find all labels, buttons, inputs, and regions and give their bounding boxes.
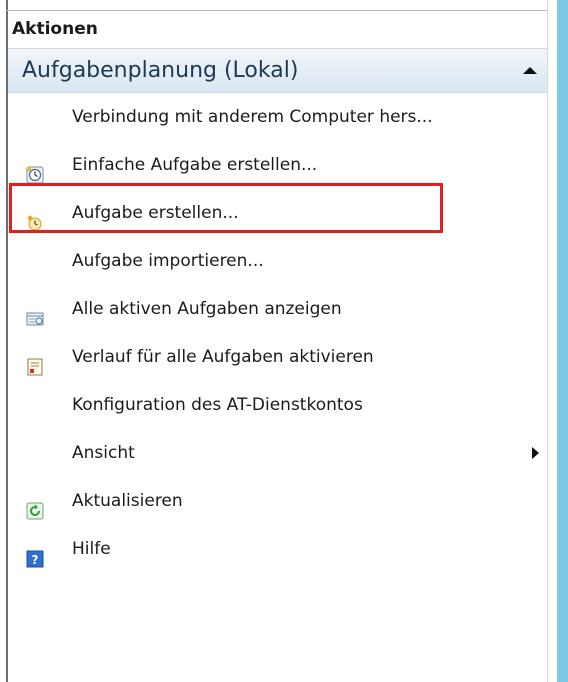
action-label: Ansicht [72, 443, 135, 463]
refresh-icon [26, 491, 44, 520]
action-create-task[interactable]: Aufgabe erstellen... [8, 189, 547, 237]
action-label: Verlauf für alle Aufgaben aktivieren [72, 347, 374, 367]
triangle-up-icon[interactable] [523, 67, 537, 74]
section-task-scheduler-local[interactable]: Aufgabenplanung (Lokal) [8, 49, 547, 93]
actions-list: Verbindung mit anderem Computer hers... … [8, 93, 547, 573]
action-view-submenu[interactable]: Ansicht [8, 429, 547, 477]
action-import-task[interactable]: Aufgabe importieren... [8, 237, 547, 285]
action-help[interactable]: ? Hilfe [8, 525, 547, 573]
action-label: Hilfe [72, 539, 111, 559]
create-task-clock-icon [26, 203, 44, 231]
action-at-service-account[interactable]: Konfiguration des AT-Dienstkontos [8, 381, 547, 429]
actions-panel-title: Aktionen [8, 11, 547, 49]
action-label: Aufgabe erstellen... [72, 203, 239, 223]
action-label: Konfiguration des AT-Dienstkontos [72, 395, 363, 415]
right-frame-border [547, 0, 548, 682]
action-label: Aktualisieren [72, 491, 183, 511]
history-icon [26, 347, 44, 376]
action-label: Verbindung mit anderem Computer hers... [72, 107, 433, 127]
help-icon: ? [26, 539, 44, 568]
section-label: Aufgabenplanung (Lokal) [22, 58, 299, 83]
action-label: Einfache Aufgabe erstellen... [72, 155, 318, 175]
action-show-active-tasks[interactable]: Alle aktiven Aufgaben anzeigen [8, 285, 547, 333]
active-tasks-icon [26, 299, 44, 326]
action-create-basic-task[interactable]: Einfache Aufgabe erstellen... [8, 141, 547, 189]
action-refresh[interactable]: Aktualisieren [8, 477, 547, 525]
actions-panel: Aktionen Aufgabenplanung (Lokal) Verbind… [8, 11, 547, 682]
action-connect-other-computer[interactable]: Verbindung mit anderem Computer hers... [8, 93, 547, 141]
action-enable-history[interactable]: Verlauf für alle Aufgaben aktivieren [8, 333, 547, 381]
simple-task-clock-icon [26, 155, 44, 184]
triangle-right-icon [532, 447, 539, 459]
svg-text:?: ? [32, 553, 39, 567]
blue-window-edge [557, 0, 568, 682]
action-label: Aufgabe importieren... [72, 251, 264, 271]
action-label: Alle aktiven Aufgaben anzeigen [72, 299, 342, 319]
